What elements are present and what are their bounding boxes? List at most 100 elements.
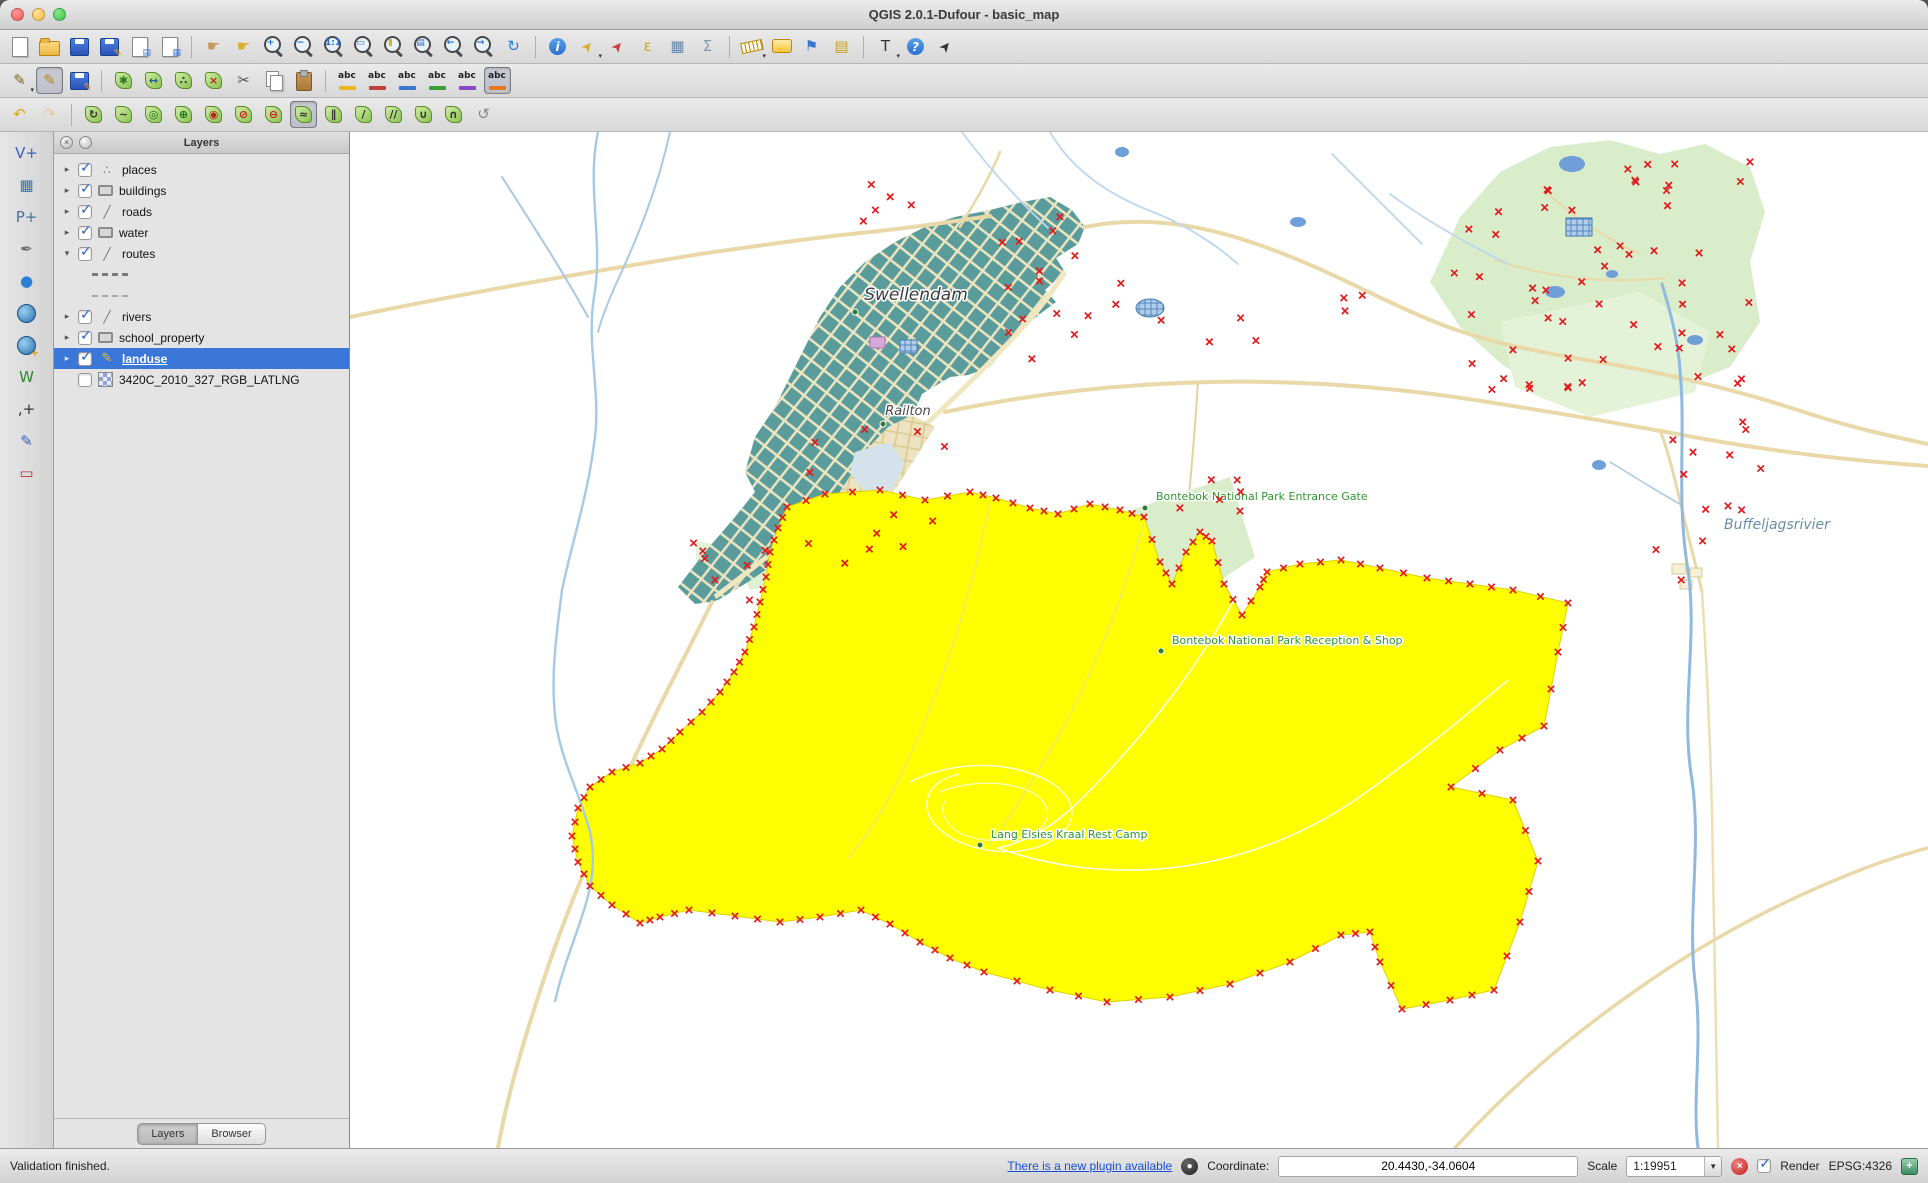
add-delimited-text-layer-icon[interactable]: ,+ (13, 396, 40, 423)
layer-item-3420C_2010_327_RGB_LATLNG[interactable]: 3420C_2010_327_RGB_LATLNG (54, 369, 349, 390)
new-print-composer-icon[interactable]: ▤ (126, 33, 153, 60)
scale-combo[interactable]: 1:19951 ▼ (1626, 1156, 1722, 1177)
field-calculator-icon[interactable]: Σ (694, 33, 721, 60)
paste-features-icon[interactable] (290, 67, 317, 94)
zoom-to-layer-icon[interactable]: ▤ (410, 33, 437, 60)
delete-ring-icon[interactable]: ⊘ (230, 101, 257, 128)
pan-to-selection-icon[interactable]: ☛ (230, 33, 257, 60)
merge-attributes-icon[interactable]: ∩ (440, 101, 467, 128)
layer-visibility-checkbox[interactable] (78, 205, 92, 219)
expander-icon[interactable]: ▸ (62, 185, 72, 196)
expander-icon[interactable]: ▸ (62, 227, 72, 238)
render-checkbox[interactable] (1757, 1159, 1771, 1173)
crs-selector-icon[interactable]: + (1901, 1158, 1918, 1175)
identify-features-icon[interactable] (544, 33, 571, 60)
expander-icon[interactable]: ▸ (62, 353, 72, 364)
new-shapefile-layer-icon[interactable]: ✎ (13, 428, 40, 455)
layer-item-landuse[interactable]: ▸✎landuse (54, 348, 349, 369)
save-project-icon[interactable] (66, 33, 93, 60)
select-by-expression-icon[interactable]: ε (634, 33, 661, 60)
measure-icon[interactable]: ▾ (738, 33, 765, 60)
zoom-to-selection-icon[interactable]: ▮ (380, 33, 407, 60)
tab-layers[interactable]: Layers (137, 1123, 198, 1145)
label-properties-icon[interactable] (484, 67, 511, 94)
chevron-down-icon[interactable]: ▼ (1704, 1157, 1721, 1176)
layer-visibility-checkbox[interactable] (78, 310, 92, 324)
zoom-out-icon[interactable]: − (290, 33, 317, 60)
labeling-icon[interactable] (334, 67, 361, 94)
add-postgis-layer-icon[interactable]: P+ (13, 204, 40, 231)
layer-item-routes[interactable]: ▾╱routes (54, 243, 349, 264)
whats-this-icon[interactable] (932, 33, 959, 60)
redo-icon[interactable]: ↷ (36, 101, 63, 128)
zoom-last-icon[interactable]: ← (440, 33, 467, 60)
show-bookmarks-icon[interactable]: ▤ (828, 33, 855, 60)
label-move-icon[interactable] (424, 67, 451, 94)
layer-visibility-checkbox[interactable] (78, 352, 92, 366)
add-raster-layer-icon[interactable]: ▦ (13, 172, 40, 199)
add-part-icon[interactable]: ⊕ (170, 101, 197, 128)
stop-render-icon[interactable]: × (1731, 1158, 1748, 1175)
node-tool-icon[interactable]: ∴ (170, 67, 197, 94)
pan-map-icon[interactable]: ☛ (200, 33, 227, 60)
merge-features-icon[interactable]: ∪ (410, 101, 437, 128)
add-wfs-layer-icon[interactable]: W (13, 364, 40, 391)
delete-selected-icon[interactable]: × (200, 67, 227, 94)
rotate-feature-icon[interactable]: ↻ (80, 101, 107, 128)
expander-icon[interactable]: ▸ (62, 164, 72, 175)
add-wms-layer-icon[interactable] (13, 300, 40, 327)
open-attribute-table-icon[interactable]: ▦ (664, 33, 691, 60)
layer-visibility-checkbox[interactable] (78, 226, 92, 240)
close-button[interactable] (11, 8, 24, 21)
save-layer-edits-icon[interactable]: ✎ (66, 67, 93, 94)
new-bookmark-icon[interactable]: ⚑ (798, 33, 825, 60)
expander-icon[interactable]: ▸ (62, 206, 72, 217)
add-ring-icon[interactable]: ◎ (140, 101, 167, 128)
refresh-map-icon[interactable]: ↻ (500, 33, 527, 60)
composer-manager-icon[interactable]: ▦ (156, 33, 183, 60)
layer-item-school_property[interactable]: ▸school_property (54, 327, 349, 348)
zoom-full-icon[interactable]: ▭ (350, 33, 377, 60)
layer-visibility-checkbox[interactable] (78, 373, 92, 387)
add-mssql-layer-icon[interactable]: ● (13, 268, 40, 295)
layer-item-buildings[interactable]: ▸buildings (54, 180, 349, 201)
label-pin-icon[interactable] (364, 67, 391, 94)
zoom-native-icon[interactable]: 1:1 (320, 33, 347, 60)
map-canvas[interactable]: Swellendam Railton Bontebok National Par… (350, 132, 1928, 1148)
new-project-icon[interactable] (6, 33, 33, 60)
layer-item-places[interactable]: ▸∴places (54, 159, 349, 180)
split-features-icon[interactable]: / (350, 101, 377, 128)
select-features-icon[interactable]: ▾ (574, 33, 601, 60)
add-vector-layer-icon[interactable]: V+ (13, 140, 40, 167)
toggle-editing-icon[interactable]: ✎ (36, 67, 63, 94)
open-project-icon[interactable] (36, 33, 63, 60)
delete-part-icon[interactable]: ⊖ (260, 101, 287, 128)
expander-icon[interactable]: ▸ (62, 311, 72, 322)
reshape-features-icon[interactable]: ≈ (290, 101, 317, 128)
text-annotation-icon[interactable]: T▾ (872, 33, 899, 60)
undock-panel-icon[interactable] (79, 136, 92, 149)
remove-layer-icon[interactable]: ▭ (13, 460, 40, 487)
offset-curve-icon[interactable]: ∥ (320, 101, 347, 128)
close-panel-icon[interactable]: × (60, 136, 73, 149)
zoom-next-icon[interactable]: → (470, 33, 497, 60)
fill-ring-icon[interactable]: ◉ (200, 101, 227, 128)
layer-item-rivers[interactable]: ▸╱rivers (54, 306, 349, 327)
expander-icon[interactable]: ▸ (62, 332, 72, 343)
label-rotate-icon[interactable] (454, 67, 481, 94)
minimize-button[interactable] (32, 8, 45, 21)
copy-features-icon[interactable] (260, 67, 287, 94)
move-feature-icon[interactable]: ↔ (140, 67, 167, 94)
deselect-features-icon[interactable] (604, 33, 631, 60)
plugin-link[interactable]: There is a new plugin available (1007, 1159, 1172, 1173)
coordinate-input[interactable] (1278, 1156, 1578, 1177)
add-feature-icon[interactable]: ✱ (110, 67, 137, 94)
plugin-icon[interactable]: ● (1181, 1158, 1198, 1175)
layer-visibility-checkbox[interactable] (78, 247, 92, 261)
cut-features-icon[interactable]: ✂ (230, 67, 257, 94)
save-project-as-icon[interactable]: ✎ (96, 33, 123, 60)
layer-visibility-checkbox[interactable] (78, 184, 92, 198)
expander-icon[interactable]: ▾ (62, 248, 72, 259)
undo-icon[interactable]: ↶ (6, 101, 33, 128)
label-highlight-icon[interactable] (394, 67, 421, 94)
